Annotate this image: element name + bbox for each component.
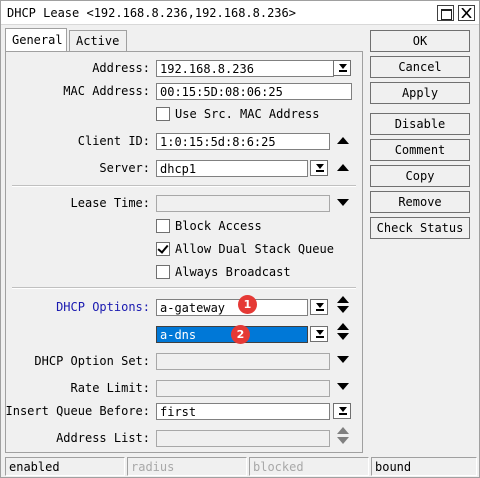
lease-time-expand-icon[interactable]	[337, 199, 349, 206]
use-src-mac-label: Use Src. MAC Address	[175, 107, 320, 121]
block-access-label: Block Access	[175, 219, 262, 233]
tab-active[interactable]: Active	[69, 30, 127, 51]
divider	[12, 185, 356, 187]
use-src-mac-checkbox[interactable]	[156, 107, 170, 121]
server-field[interactable]: dhcp1	[156, 160, 308, 177]
client-id-field[interactable]: 1:0:15:5d:8:6:25	[156, 133, 330, 150]
client-id-collapse-icon[interactable]	[337, 137, 349, 144]
lease-time-field[interactable]	[156, 195, 330, 212]
title-bar: DHCP Lease <192.168.8.236,192.168.8.236>	[1, 1, 479, 25]
mac-address-field[interactable]: 00:15:5D:08:06:25	[156, 83, 352, 100]
disable-button[interactable]: Disable	[370, 113, 470, 135]
dhcp-option-1-updown-icon[interactable]	[337, 296, 349, 316]
general-panel: Address: 192.168.8.236 MAC Address: 00:1…	[5, 51, 363, 453]
ok-button[interactable]: OK	[370, 30, 470, 52]
address-list-label: Address List:	[56, 431, 150, 445]
lease-time-label: Lease Time:	[70, 196, 150, 210]
status-bound: bound	[371, 457, 477, 476]
insert-queue-before-field[interactable]: first	[156, 403, 330, 420]
remove-button[interactable]: Remove	[370, 191, 470, 213]
dhcp-option-set-field[interactable]	[156, 353, 330, 370]
restore-icon[interactable]	[437, 5, 454, 21]
insert-queue-before-label: Insert Queue Before:	[5, 404, 151, 418]
rate-limit-field[interactable]	[156, 380, 330, 397]
dhcp-option-field-1[interactable]: a-gateway	[156, 299, 308, 316]
status-radius: radius	[127, 457, 247, 476]
address-list-field[interactable]	[156, 430, 330, 447]
dhcp-option-2-updown-icon[interactable]	[337, 323, 349, 343]
dhcp-options-label: DHCP Options:	[56, 300, 150, 314]
marker-2: 2	[231, 325, 250, 344]
check-status-button[interactable]: Check Status	[370, 217, 470, 239]
marker-1: 1	[238, 295, 257, 314]
always-broadcast-checkbox[interactable]	[156, 265, 170, 279]
status-enabled: enabled	[5, 457, 125, 476]
rate-limit-label: Rate Limit:	[70, 381, 150, 395]
mac-address-label: MAC Address:	[63, 84, 150, 98]
window-title: DHCP Lease <192.168.8.236,192.168.8.236>	[7, 6, 296, 20]
tab-general[interactable]: General	[5, 28, 67, 51]
close-icon[interactable]	[458, 5, 475, 21]
server-collapse-icon[interactable]	[337, 164, 349, 171]
insert-queue-dropdown-icon[interactable]	[333, 403, 351, 419]
block-access-checkbox[interactable]	[156, 219, 170, 233]
copy-button[interactable]: Copy	[370, 165, 470, 187]
status-bar: enabled radius blocked bound	[3, 457, 479, 477]
address-field[interactable]: 192.168.8.236	[156, 60, 334, 77]
always-broadcast-label: Always Broadcast	[175, 265, 291, 279]
allow-dual-stack-label: Allow Dual Stack Queue	[175, 242, 334, 256]
client-id-label: Client ID:	[77, 134, 150, 148]
dhcp-option-1-dropdown-icon[interactable]	[310, 299, 328, 315]
dhcp-option-set-label: DHCP Option Set:	[34, 354, 150, 368]
dhcp-option-2-dropdown-icon[interactable]	[310, 326, 328, 342]
address-list-updown-icon[interactable]	[337, 427, 349, 447]
dhcp-option-set-expand-icon[interactable]	[337, 356, 349, 363]
rate-limit-expand-icon[interactable]	[337, 383, 349, 390]
dhcp-lease-window: DHCP Lease <192.168.8.236,192.168.8.236>…	[0, 0, 480, 478]
comment-button[interactable]: Comment	[370, 139, 470, 161]
allow-dual-stack-checkbox[interactable]	[156, 242, 170, 256]
server-dropdown-icon[interactable]	[310, 160, 328, 176]
address-label: Address:	[92, 61, 150, 75]
divider	[12, 287, 356, 289]
address-dropdown-icon[interactable]	[333, 60, 351, 76]
server-label: Server:	[99, 161, 150, 175]
apply-button[interactable]: Apply	[370, 82, 470, 104]
cancel-button[interactable]: Cancel	[370, 56, 470, 78]
status-blocked: blocked	[249, 457, 369, 476]
